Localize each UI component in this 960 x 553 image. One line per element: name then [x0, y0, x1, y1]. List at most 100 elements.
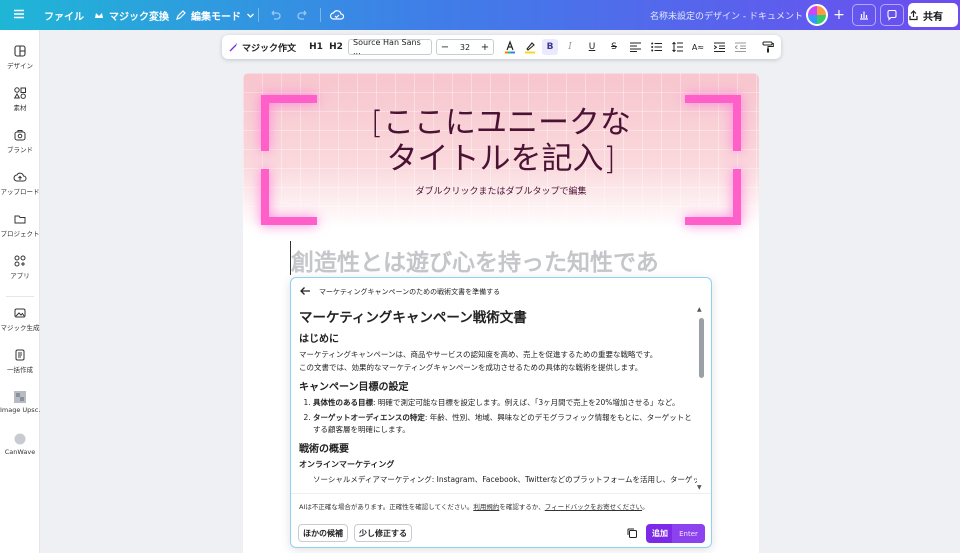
page-title-line: タイトルを記入] [386, 141, 616, 177]
chevron-down-icon [246, 11, 255, 20]
font-size-stepper[interactable]: − 32 + [436, 39, 494, 55]
text-effects-icon[interactable]: A≈ [690, 39, 706, 55]
upload-icon [13, 170, 27, 184]
font-family-dropdown[interactable]: Source Han Sans ... [348, 38, 432, 56]
sidebar-item-bulk-create[interactable]: 一括作成 [0, 348, 40, 374]
page-title-line: [ここにユニークな [370, 105, 632, 141]
insights-icon[interactable] [852, 4, 876, 26]
panel-prompt-text: マーケティングキャンペーンのための戦術文書を準備する [319, 288, 501, 296]
magic-write-label: マジック作文 [242, 43, 297, 54]
paragraph: マーケティングキャンペーンは、商品やサービスの認知度を高め、売上を促進するための… [299, 350, 658, 359]
insert-button-label: 追加 [652, 529, 668, 538]
document-title[interactable]: 名称未設定のデザイン - ドキュメント [650, 9, 803, 22]
line-spacing-icon[interactable] [669, 39, 685, 55]
heading2-button[interactable]: H2 [328, 39, 344, 55]
sidebar-item-label: アップロード [0, 188, 40, 196]
goals-list: 具体性のある目標: 明確で測定可能な目標を設定します。例えば、「3ヶ月間で売上を… [313, 397, 697, 437]
menu-icon[interactable] [12, 7, 26, 21]
sidebar-item-label: マジック生成 [0, 324, 40, 332]
list-item-term: ターゲットオーディエンスの特定 [313, 412, 425, 422]
heading1-button[interactable]: H1 [308, 39, 324, 55]
add-collaborator-icon[interactable]: + [830, 6, 848, 24]
font-size-decrease-button[interactable]: − [437, 42, 453, 53]
underline-button[interactable]: U [584, 39, 600, 55]
brand-icon [13, 128, 27, 142]
magic-wand-icon [228, 42, 239, 53]
body-text-placeholder[interactable]: 創造性とは遊び心を持った知性であ [291, 243, 751, 277]
design-icon [13, 44, 27, 58]
terms-link[interactable]: 利用規約 [473, 503, 499, 511]
apps-icon [13, 254, 27, 268]
panel-divider [291, 493, 711, 494]
back-arrow-icon[interactable] [299, 285, 311, 297]
cloud-saved-icon[interactable] [329, 7, 345, 23]
insert-button[interactable]: 追加 Enter [646, 524, 705, 543]
image-upscaler-icon [13, 390, 27, 404]
section-heading: キャンペーン目標の設定 [299, 382, 409, 393]
sidebar-item-label: 素材 [13, 104, 27, 112]
sidebar-item-upload[interactable]: アップロード [0, 170, 40, 196]
sidebar-item-projects[interactable]: プロジェクト [0, 212, 40, 238]
sidebar-item-label: デザイン [7, 62, 33, 70]
list-item-text: : 明確で測定可能な目標を設定します。例えば、「3ヶ月間で売上を20%増加させる… [373, 398, 680, 407]
redo-icon[interactable] [296, 8, 310, 22]
sidebar-item-design[interactable]: デザイン [0, 44, 40, 70]
corner-bracket [261, 169, 317, 225]
bold-button[interactable]: B [542, 39, 558, 55]
indent-icon[interactable] [711, 39, 727, 55]
enter-key-hint: Enter [672, 524, 705, 543]
crown-icon [94, 10, 104, 20]
edit-mode-dropdown[interactable]: 編集モード [175, 0, 255, 30]
section-heading: 戦術の概要 [299, 443, 349, 455]
magic-write-button[interactable]: マジック作文 [228, 39, 296, 55]
feedback-link[interactable]: フィードバックをお寄せください [545, 503, 642, 511]
folder-icon [13, 212, 27, 226]
bulk-create-icon [13, 348, 27, 362]
align-left-icon[interactable] [627, 39, 643, 55]
sidebar-item-image-upscaler[interactable]: Image Upsc... [0, 390, 40, 414]
avatar[interactable] [806, 4, 828, 26]
undo-icon[interactable] [268, 8, 282, 22]
list-item: 具体性のある目標: 明確で測定可能な目標を設定します。例えば、「3ヶ月間で売上を… [313, 397, 697, 410]
highlight-icon[interactable] [522, 39, 538, 55]
scroll-up-icon[interactable]: ▲ [697, 306, 702, 313]
generated-content: マーケティングキャンペーン戦術文書 はじめに マーケティングキャンペーンは、商品… [299, 306, 697, 492]
italic-button[interactable]: I [562, 39, 578, 55]
disclaimer-text: を確認するか、 [499, 503, 545, 511]
sidebar-item-apps[interactable]: アプリ [0, 254, 40, 280]
outdent-icon[interactable] [732, 39, 748, 55]
paint-roller-icon[interactable] [760, 39, 776, 55]
sidebar-item-canwave[interactable]: CanWave [0, 432, 40, 456]
modify-slightly-button[interactable]: 少し修正する [354, 524, 412, 542]
copy-icon[interactable] [626, 527, 638, 539]
text-color-icon[interactable] [502, 39, 518, 55]
page-subtitle[interactable]: ダブルクリックまたはダブルタップで編集 [303, 184, 699, 197]
toolbar-divider [258, 8, 259, 22]
disclaimer-text: AIは不正確な場合があります。正確性を確認してください。 [299, 503, 474, 511]
corner-bracket [685, 169, 741, 225]
sidebar-item-label: アプリ [10, 272, 30, 280]
magic-media-icon [13, 306, 27, 320]
sidebar-item-magic-media[interactable]: マジック生成 [0, 306, 40, 332]
other-suggestion-button[interactable]: ほかの候補 [298, 524, 348, 542]
comment-icon[interactable] [880, 4, 904, 26]
scroll-down-icon[interactable]: ▼ [697, 484, 702, 491]
file-menu-button[interactable]: ファイル [44, 0, 84, 30]
sidebar-item-elements[interactable]: 素材 [0, 86, 40, 112]
magic-switch-label: マジック変換 [109, 11, 169, 23]
strikethrough-button[interactable]: S [606, 39, 622, 55]
scrollbar[interactable] [699, 318, 704, 378]
sidebar-item-label: 一括作成 [7, 366, 33, 374]
magic-write-panel: マーケティングキャンペーンのための戦術文書を準備する マーケティングキャンペーン… [290, 277, 712, 548]
toolbar-divider [320, 8, 321, 22]
sidebar-item-brand[interactable]: ブランド [0, 128, 40, 154]
font-size-increase-button[interactable]: + [477, 42, 493, 53]
page-title[interactable]: [ここにユニークな タイトルを記入] [303, 105, 699, 177]
top-bar: ファイル マジック変換 編集モード 名称未設定のデザイン - ドキュメント + … [0, 0, 960, 30]
bullet-list-icon[interactable] [648, 39, 664, 55]
pencil-icon [175, 9, 186, 21]
font-size-value[interactable]: 32 [453, 43, 477, 52]
share-button[interactable]: 共有 [908, 3, 958, 27]
canwave-icon [13, 432, 27, 446]
magic-switch-button[interactable]: マジック変換 [94, 0, 169, 30]
